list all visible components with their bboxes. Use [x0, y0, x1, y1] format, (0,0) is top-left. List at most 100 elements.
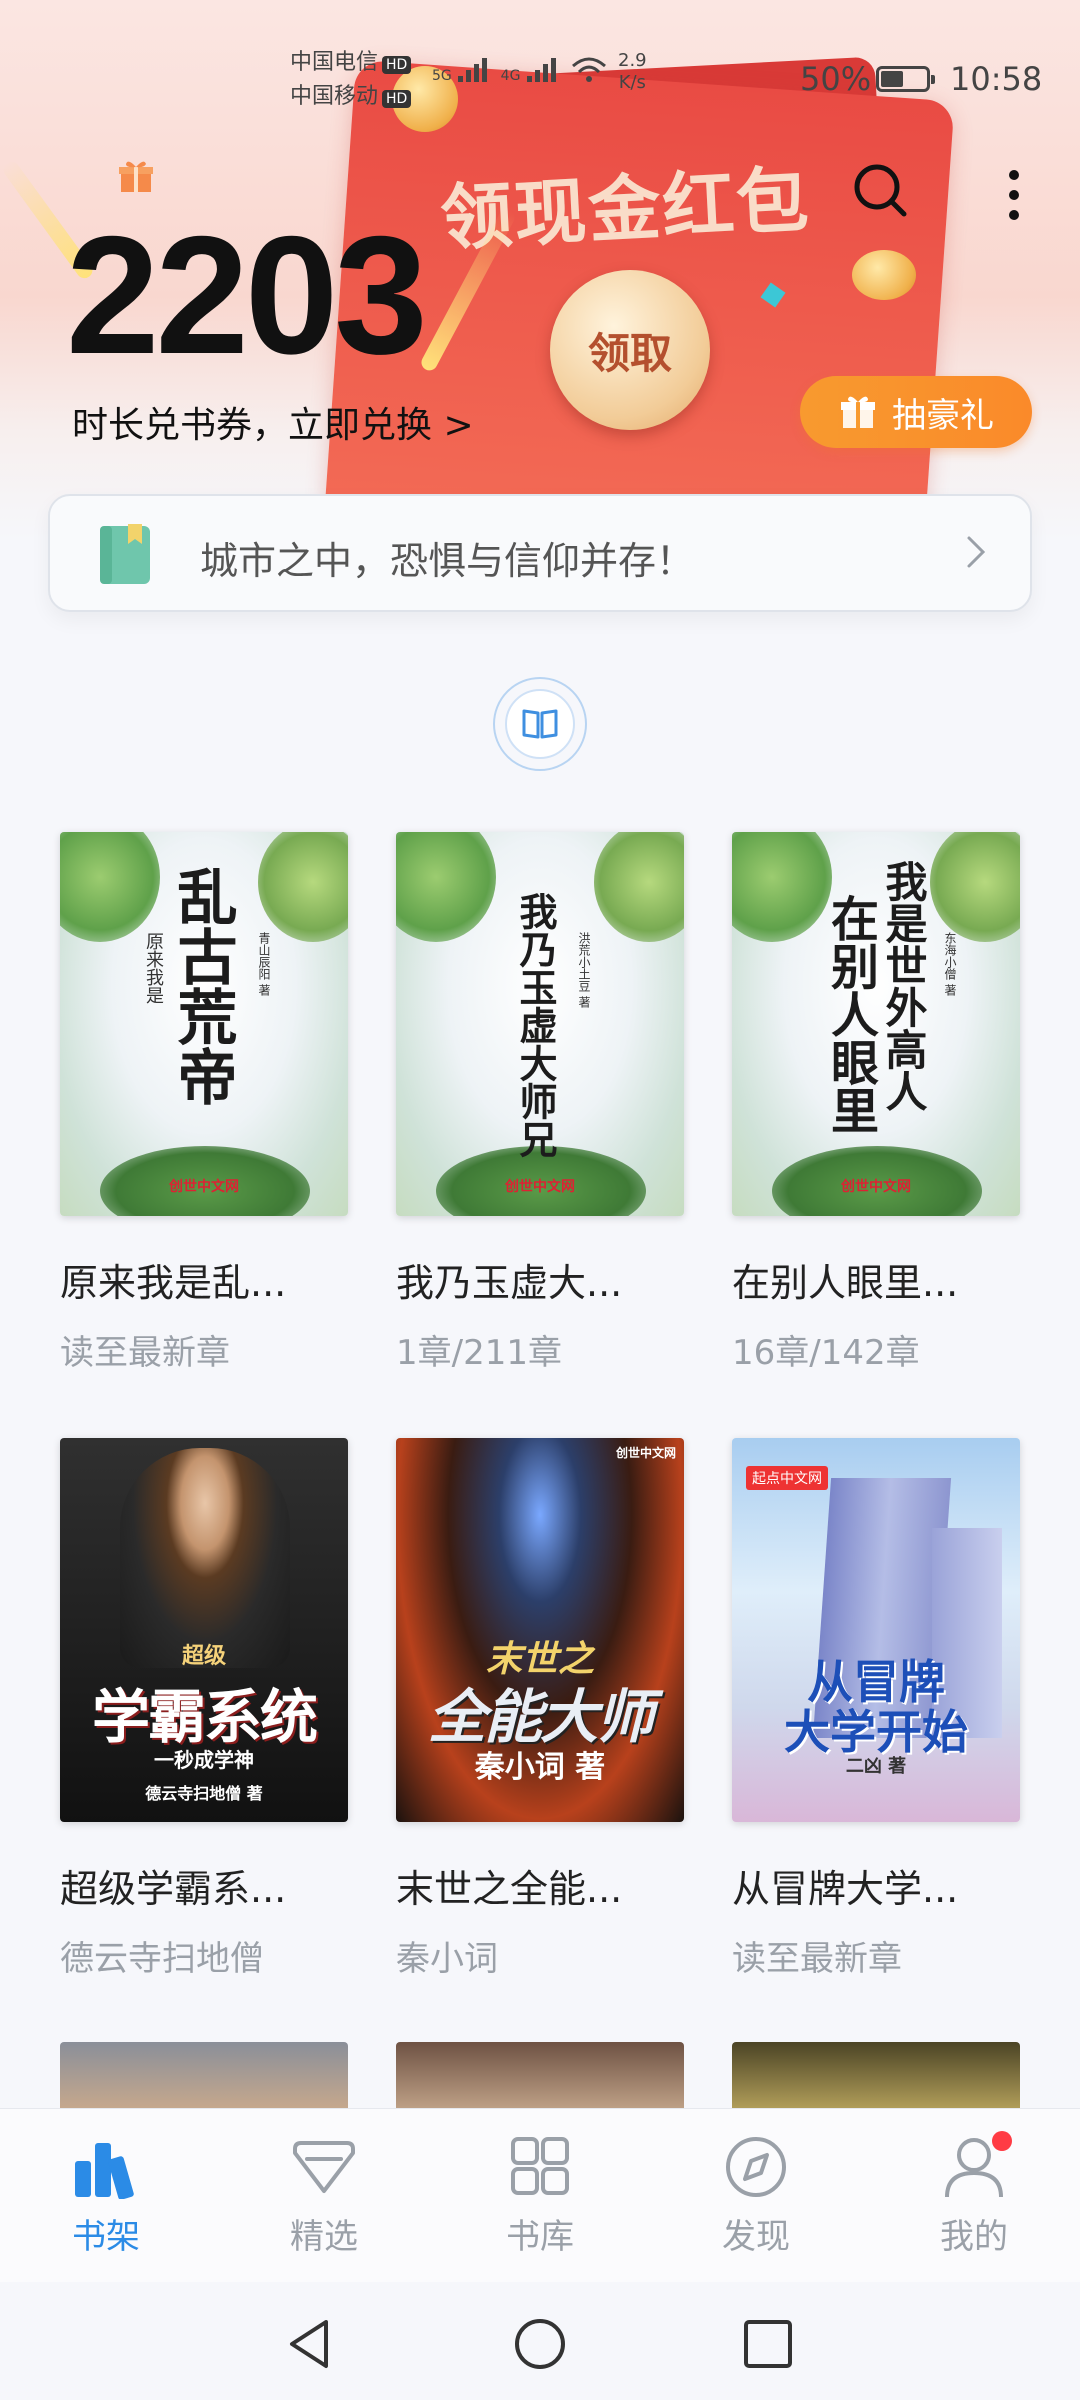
book-title: 超级学霸系... [60, 1867, 287, 1911]
cover-tree [732, 832, 832, 942]
speed-unit: K/s [618, 72, 646, 93]
hd-badge: HD [382, 56, 412, 74]
home-icon[interactable] [510, 2316, 570, 2372]
cover-author: 德云寺扫地僧 著 [145, 1784, 263, 1803]
network-type-1: 5G [432, 68, 452, 84]
announcement-text: 城市之中，恐惧与信仰并存！ [200, 539, 695, 583]
cover-subtitle: 一秒成学神 [154, 1748, 254, 1772]
network-speed: 2.9 K/s [618, 50, 647, 94]
cover-brand: 创世中文网 [169, 1179, 239, 1195]
bookshelf-icon [75, 2143, 134, 2199]
book-item[interactable]: 我乃玉虚大师兄 洪荒小土豆 著 创世中文网 我乃玉虚大... 1章/211章 [396, 832, 686, 1374]
book-item[interactable]: 创世中文网 末世之 全能大师 秦小词 著 末世之全能... 秦小词 [396, 1438, 686, 1980]
battery-icon [876, 66, 935, 92]
cover-tag: 超级 [181, 1644, 226, 1669]
tab-bookshelf[interactable]: 书架 [26, 2135, 186, 2258]
open-book-icon [522, 709, 558, 739]
tab-label: 发现 [722, 2217, 790, 2257]
wifi-icon [572, 57, 607, 82]
cover-title: 我是世外高人 [879, 860, 928, 1112]
book-title: 原来我是乱... [60, 1261, 287, 1305]
book-progress: 读至最新章 [60, 1333, 230, 1373]
reading-minutes[interactable]: 2203 [66, 210, 428, 380]
tab-label: 书架 [72, 2217, 140, 2257]
tab-profile[interactable]: 我的 [894, 2131, 1054, 2258]
grid-icon [511, 2137, 569, 2195]
carrier-info: 中国电信 HD 中国移动 HD [290, 46, 412, 114]
cover-author: 洪荒小土豆 著 [577, 932, 591, 1008]
cover-tree [258, 832, 348, 942]
signal-icons: 5G 4G [432, 54, 609, 84]
notification-dot [992, 2131, 1012, 2151]
more-options-icon[interactable] [998, 165, 1030, 225]
book-title: 从冒牌大学... [732, 1867, 959, 1911]
recent-apps-icon[interactable] [738, 2316, 798, 2372]
diamond-icon [293, 2141, 355, 2193]
tab-label: 书库 [506, 2217, 574, 2257]
book-progress: 秦小词 [396, 1939, 498, 1979]
book-cover-partial[interactable] [732, 2042, 1020, 2112]
compass-icon [726, 2137, 786, 2197]
book-progress: 1章/211章 [396, 1333, 562, 1373]
book-cover[interactable]: 超级 学霸系统 一秒成学神 德云寺扫地僧 著 [60, 1438, 348, 1822]
cover-brand: 创世中文网 [841, 1179, 911, 1195]
lottery-button[interactable]: 抽豪礼 [800, 376, 1032, 448]
book-item[interactable]: 起点中文网 从冒牌 大学开始 二凶 著 从冒牌大学... 读至最新章 [732, 1438, 1022, 1980]
book-title: 末世之全能... [396, 1867, 623, 1911]
book-cover[interactable]: 我乃玉虚大师兄 洪荒小土豆 著 创世中文网 [396, 832, 684, 1216]
cover-title: 乱古荒帝 [167, 866, 237, 1106]
banner-area: 领现金红包 领取 中国电信 HD 中国移动 HD 5G 4G 2.9 K/s 50%… [0, 0, 1080, 540]
network-type-2: 4G [500, 68, 521, 84]
cover-tree [930, 832, 1020, 942]
reading-mode-button[interactable] [493, 677, 587, 771]
battery-percent: 50% [800, 60, 872, 98]
gift-icon[interactable] [118, 158, 154, 194]
tab-discover[interactable]: 发现 [676, 2135, 836, 2258]
back-icon[interactable] [280, 2316, 340, 2372]
cover-brand: 创世中文网 [615, 1446, 676, 1460]
tab-label: 我的 [940, 2217, 1008, 2257]
book-progress: 读至最新章 [732, 1939, 902, 1979]
cover-author: 青山辰阳 著 [257, 932, 271, 996]
book-cover[interactable]: 创世中文网 末世之 全能大师 秦小词 著 [396, 1438, 684, 1822]
cover-tree [396, 832, 496, 942]
book-cover-partial[interactable] [60, 2042, 348, 2112]
book-cover[interactable]: 我是世外高人 在别人眼里 东海小僧 著 创世中文网 [732, 832, 1020, 1216]
signal-bars-icon [458, 58, 488, 82]
reading-mode-inner [505, 689, 575, 759]
book-item[interactable]: 我是世外高人 在别人眼里 东海小僧 著 创世中文网 在别人眼里... 16章/1… [732, 832, 1022, 1374]
book-title: 在别人眼里... [732, 1261, 959, 1305]
search-icon[interactable] [850, 160, 910, 220]
redeem-link[interactable]: 时长兑书券，立即兑换 > [72, 396, 474, 448]
cover-author: 秦小词 著 [474, 1750, 606, 1785]
cover-title: 学霸系统 [91, 1683, 318, 1751]
tab-featured[interactable]: 精选 [244, 2135, 404, 2258]
cover-author: 二凶 著 [845, 1756, 907, 1777]
cover-figure [120, 1448, 290, 1668]
cover-brand: 创世中文网 [505, 1179, 575, 1195]
cover-title: 在别人眼里 [822, 894, 878, 1134]
cover-subtitle: 原来我是 [143, 932, 164, 1004]
book-title: 我乃玉虚大... [396, 1261, 623, 1305]
book-progress: 16章/142章 [732, 1333, 920, 1373]
book-icon [100, 524, 150, 584]
book-cover[interactable]: 起点中文网 从冒牌 大学开始 二凶 著 [732, 1438, 1020, 1822]
claim-button[interactable]: 领取 [550, 270, 710, 430]
chevron-right-icon [967, 536, 986, 568]
coin-decoration [852, 250, 916, 300]
status-bar: 中国电信 HD 中国移动 HD 5G 4G 2.9 K/s 50% 10:58 [0, 40, 1080, 120]
cover-title: 我乃玉虚大师兄 [513, 892, 558, 1158]
hd-badge: HD [382, 90, 412, 108]
tab-library[interactable]: 书库 [460, 2135, 620, 2258]
book-cover-partial[interactable] [396, 2042, 684, 2112]
cover-author: 东海小僧 著 [943, 932, 957, 996]
carrier-1: 中国电信 [290, 50, 379, 75]
signal-bars-icon [526, 58, 556, 82]
bottom-tab-bar: 书架 精选 书库 发现 我的 [0, 2108, 1080, 2283]
book-progress: 德云寺扫地僧 [60, 1939, 264, 1979]
speed-value: 2.9 [618, 50, 647, 71]
book-item[interactable]: 超级 学霸系统 一秒成学神 德云寺扫地僧 著 超级学霸系... 德云寺扫地僧 [60, 1438, 350, 1980]
announcement-bar[interactable]: 城市之中，恐惧与信仰并存！ [48, 494, 1032, 612]
book-item[interactable]: 乱古荒帝 原来我是 青山辰阳 著 创世中文网 原来我是乱... 读至最新章 [60, 832, 350, 1374]
book-cover[interactable]: 乱古荒帝 原来我是 青山辰阳 著 创世中文网 [60, 832, 348, 1216]
